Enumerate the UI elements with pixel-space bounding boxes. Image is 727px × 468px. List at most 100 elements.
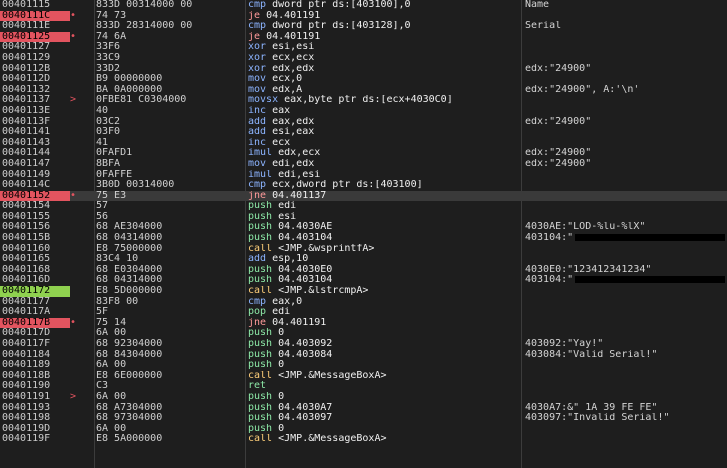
instruction-cell[interactable]: mov edi,edx [248, 159, 520, 170]
instruction-row[interactable]: 00401115 833D 00314000 00 cmp dword ptr ds… [0, 0, 727, 11]
instruction-cell[interactable]: inc ecx [248, 138, 520, 149]
instruction-cell[interactable]: call <JMP.&MessageBoxA> [248, 434, 520, 445]
address-cell[interactable]: 00401160 [0, 244, 70, 255]
instruction-cell[interactable]: push edi [248, 201, 520, 212]
instruction-row[interactable]: 0040117B • 75 14 jne 04.401191 [0, 317, 727, 329]
address-cell[interactable]: 00401132 [0, 85, 70, 96]
address-cell[interactable]: 0040111C [0, 10, 70, 22]
instruction-row[interactable]: 00401189 6A 00 push 0 [0, 360, 727, 371]
instruction-row[interactable]: 0040115B 68 04314000 push 04.403104 403104:… [0, 233, 727, 244]
instruction-row[interactable]: 0040112B 33D2 xor edx,edx edx:"24900" [0, 64, 727, 75]
address-cell[interactable]: 0040112B [0, 64, 70, 75]
instruction-cell[interactable]: imul edx,ecx [248, 148, 520, 159]
instruction-row[interactable]: 0040119F E8 5A000000 call <JMP.&MessageBox… [0, 434, 727, 445]
address-cell[interactable]: 00401125 [0, 31, 70, 43]
instruction-cell[interactable]: push 04.403092 [248, 339, 520, 350]
instruction-cell[interactable]: pop edi [248, 307, 520, 318]
instruction-row[interactable]: 0040111E 833D 28314000 00 cmp dword ptr ds… [0, 21, 727, 32]
instruction-row[interactable]: 00401177 83F8 00 cmp eax,0 [0, 297, 727, 308]
instruction-cell[interactable]: push 04.403084 [248, 350, 520, 361]
address-cell[interactable]: 0040119F [0, 434, 70, 445]
instruction-cell[interactable]: ret [248, 381, 520, 392]
instruction-cell[interactable]: cmp dword ptr ds:[403100],0 [248, 0, 520, 11]
instruction-row[interactable]: 0040118B E8 6E000000 call <JMP.&MessageBox… [0, 371, 727, 382]
address-cell[interactable]: 00401165 [0, 254, 70, 265]
instruction-row[interactable]: 0040113F 03C2 add eax,edx edx:"24900" [0, 117, 727, 128]
instruction-row[interactable]: 00401168 68 E0304000 push 04.4030E0 4030E0:… [0, 265, 727, 276]
instruction-cell[interactable]: add eax,edx [248, 117, 520, 128]
instruction-row[interactable]: 00401165 83C4 10 add esp,10 [0, 254, 727, 265]
instruction-cell[interactable]: push 04.403104 [248, 233, 520, 244]
instruction-row[interactable]: 00401149 0FAFFE imul edi,esi [0, 170, 727, 181]
address-cell[interactable]: 0040117F [0, 339, 70, 350]
instruction-cell[interactable]: xor ecx,ecx [248, 53, 520, 64]
address-cell[interactable]: 0040115B [0, 233, 70, 244]
instruction-row[interactable]: 00401172 E8 5D000000 call <JMP.&lstrcmpA> [0, 286, 727, 297]
instruction-row[interactable]: 0040114C 3B0D 00314000 cmp ecx,dword ptr d… [0, 180, 727, 191]
instruction-row[interactable]: 00401155 56 push esi [0, 212, 727, 223]
address-cell[interactable]: 00401168 [0, 265, 70, 276]
instruction-row[interactable]: 0040117A 5F pop edi [0, 307, 727, 318]
instruction-row[interactable]: 0040113E 40 inc eax [0, 106, 727, 117]
address-cell[interactable]: 0040117B [0, 317, 70, 329]
instruction-cell[interactable]: push 04.403097 [248, 413, 520, 424]
instruction-cell[interactable]: mov ecx,0 [248, 74, 520, 85]
address-cell[interactable]: 00401137 [0, 95, 70, 106]
address-cell[interactable]: 0040114C [0, 180, 70, 191]
address-cell[interactable]: 00401156 [0, 222, 70, 233]
instruction-row[interactable]: 00401129 33C9 xor ecx,ecx [0, 53, 727, 64]
instruction-row[interactable]: 0040117D 6A 00 push 0 [0, 328, 727, 339]
instruction-cell[interactable]: cmp dword ptr ds:[403128],0 [248, 21, 520, 32]
address-cell[interactable]: 0040113E [0, 106, 70, 117]
address-cell[interactable]: 00401149 [0, 170, 70, 181]
address-cell[interactable]: 00401127 [0, 42, 70, 53]
instruction-row[interactable]: 00401160 E8 75000000 call <JMP.&wsprintfA> [0, 244, 727, 255]
instruction-row[interactable]: 00401127 33F6 xor esi,esi [0, 42, 727, 53]
instruction-row[interactable]: 0040112D B9 00000000 mov ecx,0 [0, 74, 727, 85]
instruction-cell[interactable]: inc eax [248, 106, 520, 117]
address-cell[interactable]: 00401147 [0, 159, 70, 170]
address-cell[interactable]: 00401184 [0, 350, 70, 361]
address-cell[interactable]: 00401129 [0, 53, 70, 64]
instruction-cell[interactable]: jne 04.401191 [248, 318, 520, 329]
instruction-cell[interactable]: call <JMP.&MessageBoxA> [248, 371, 520, 382]
instruction-row[interactable]: 00401152 • 75 E3 jne 04.401137 [0, 190, 727, 202]
address-cell[interactable]: 0040113F [0, 117, 70, 128]
address-cell[interactable]: 0040112D [0, 74, 70, 85]
instruction-row[interactable]: 0040117F 68 92304000 push 04.403092 403092:… [0, 339, 727, 350]
instruction-row[interactable]: 00401144 0FAFD1 imul edx,ecx edx:"24900" [0, 148, 727, 159]
instruction-cell[interactable]: call <JMP.&lstrcmpA> [248, 286, 520, 297]
address-cell[interactable]: 00401189 [0, 360, 70, 371]
instruction-row[interactable]: 00401143 41 inc ecx [0, 138, 727, 149]
address-cell[interactable]: 00401172 [0, 286, 70, 297]
instruction-cell[interactable]: push 04.4030AE [248, 222, 520, 233]
address-cell[interactable]: 00401143 [0, 138, 70, 149]
address-cell[interactable]: 00401155 [0, 212, 70, 223]
instruction-cell[interactable]: je 04.401191 [248, 11, 520, 22]
address-cell[interactable]: 0040117A [0, 307, 70, 318]
instruction-row[interactable]: 00401147 8BFA mov edi,edx edx:"24900" [0, 159, 727, 170]
disassembly-view[interactable]: 00401115 833D 00314000 00 cmp dword ptr ds… [0, 0, 727, 468]
instruction-cell[interactable]: xor edx,edx [248, 64, 520, 75]
instruction-cell[interactable]: push 04.403104 [248, 275, 520, 286]
address-cell[interactable]: 0040111E [0, 21, 70, 32]
instruction-row[interactable]: 00401125 • 74 6A je 04.401191 [0, 31, 727, 43]
address-cell[interactable]: 00401115 [0, 0, 70, 11]
instruction-cell[interactable]: push 04.4030E0 [248, 265, 520, 276]
address-cell[interactable]: 00401193 [0, 403, 70, 414]
instruction-row[interactable]: 00401191 >6A 00 push 0 [0, 392, 727, 403]
instruction-cell[interactable]: jne 04.401137 [248, 191, 520, 202]
instruction-row[interactable]: 00401193 68 A7304000 push 04.4030A7 4030A7:… [0, 403, 727, 414]
instruction-cell[interactable]: push 0 [248, 392, 520, 403]
address-cell[interactable]: 00401141 [0, 127, 70, 138]
instruction-row[interactable]: 0040116D 68 04314000 push 04.403104 403104:… [0, 275, 727, 286]
instruction-cell[interactable]: push 0 [248, 424, 520, 435]
address-cell[interactable]: 00401177 [0, 297, 70, 308]
address-cell[interactable]: 0040116D [0, 275, 70, 286]
instruction-row[interactable]: 00401184 68 84304000 push 04.403084 403084:… [0, 350, 727, 361]
instruction-cell[interactable]: imul edi,esi [248, 170, 520, 181]
instruction-cell[interactable]: add esi,eax [248, 127, 520, 138]
address-cell[interactable]: 00401190 [0, 381, 70, 392]
instruction-row[interactable]: 00401198 68 97304000 push 04.403097 403097:… [0, 413, 727, 424]
address-cell[interactable]: 00401144 [0, 148, 70, 159]
